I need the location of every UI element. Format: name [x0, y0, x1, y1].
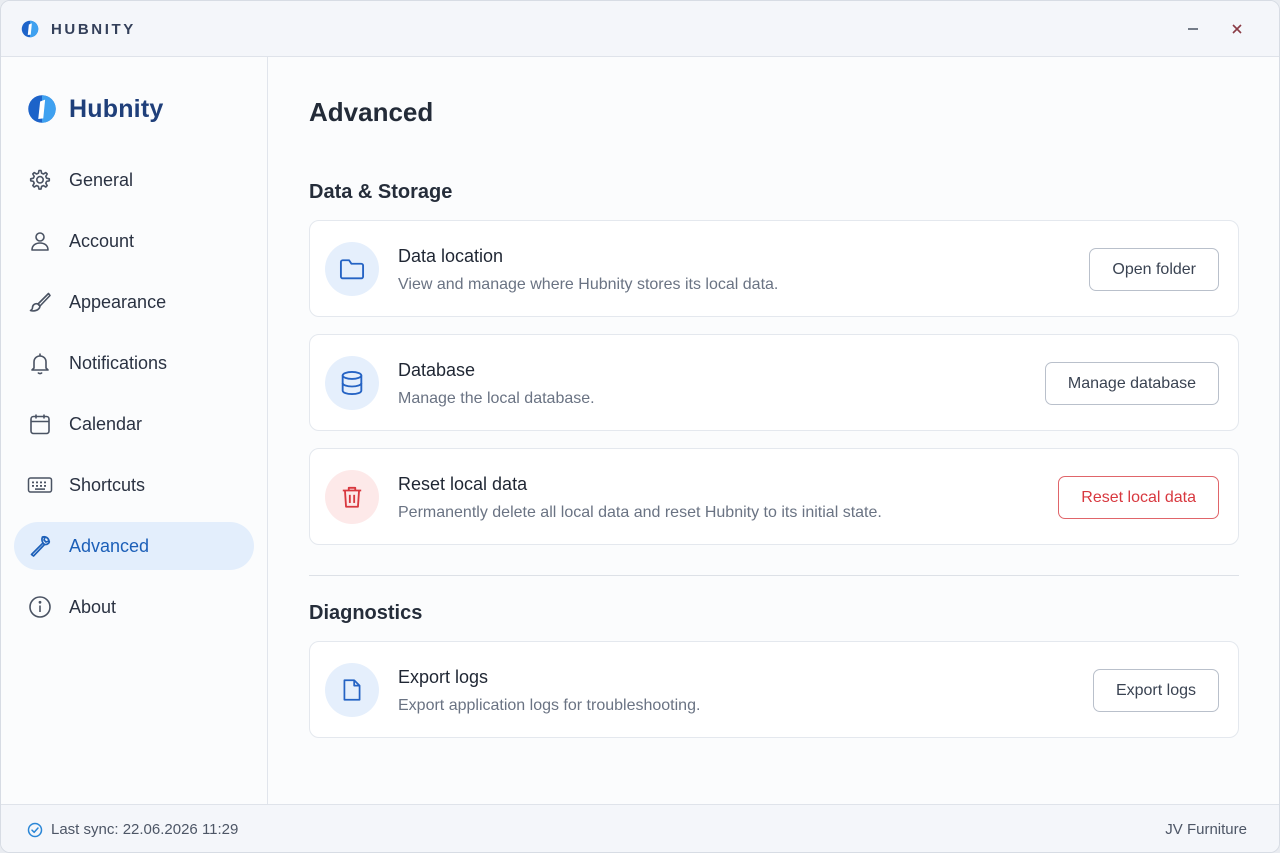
sidebar-item-label: Account: [69, 230, 135, 251]
sidebar-item-label: Calendar: [69, 413, 143, 434]
hubnity-logo-icon: [28, 95, 56, 123]
close-icon: [1232, 24, 1242, 34]
minimize-button[interactable]: [1179, 15, 1207, 43]
sync-status: Last sync: 22.06.2026 11:29: [27, 821, 238, 838]
close-button[interactable]: [1223, 15, 1251, 43]
folder-icon: [325, 242, 379, 296]
data-location-card: Data location View and manage where Hubn…: [309, 220, 1239, 317]
user-icon: [27, 228, 53, 254]
file-icon: [325, 663, 379, 717]
window-title: HUBNITY: [51, 21, 136, 38]
sidebar-item-label: Notifications: [69, 352, 168, 373]
open-folder-button[interactable]: Open folder: [1089, 248, 1219, 291]
card-title: Database: [398, 360, 476, 380]
card-description: Permanently delete all local data and re…: [398, 504, 882, 521]
database-card: Database Manage the local database. Mana…: [309, 334, 1239, 431]
last-sync-text: Last sync: 22.06.2026 11:29: [51, 821, 239, 838]
manage-database-button[interactable]: Manage database: [1044, 362, 1219, 405]
brand: Hubnity: [27, 94, 163, 124]
sidebar-item-shortcuts[interactable]: Shortcuts: [14, 461, 254, 509]
main-content: Advanced Data & Storage Data location Vi…: [269, 57, 1279, 804]
sidebar-item-advanced[interactable]: Advanced: [14, 522, 254, 570]
page-title: Advanced: [309, 97, 434, 127]
sidebar-item-label: About: [69, 596, 117, 617]
sidebar: Hubnity General Account Appearance Notif…: [1, 57, 268, 804]
section-title-data-storage: Data & Storage: [309, 181, 453, 203]
company-name: JV Furniture: [1165, 821, 1247, 838]
wrench-icon: [27, 533, 53, 559]
hubnity-logo-icon: [21, 20, 39, 38]
export-logs-button[interactable]: Export logs: [1092, 669, 1219, 712]
title-bar: HUBNITY: [1, 1, 1279, 57]
calendar-icon: [27, 411, 53, 437]
settings-nav: General Account Appearance Notifications…: [14, 156, 254, 644]
minimize-icon: [1188, 28, 1198, 30]
sidebar-item-label: Advanced: [69, 535, 150, 556]
keyboard-icon: [27, 472, 53, 498]
sidebar-item-label: Shortcuts: [69, 474, 146, 495]
section-divider: [309, 575, 1239, 576]
sidebar-item-label: Appearance: [69, 291, 167, 312]
reset-local-data-button[interactable]: Reset local data: [1058, 476, 1219, 519]
trash-icon: [325, 470, 379, 524]
card-description: View and manage where Hubnity stores its…: [398, 276, 779, 293]
card-title: Data location: [398, 246, 504, 266]
card-description: Export application logs for troubleshoot…: [398, 697, 701, 714]
check-circle-icon: [27, 822, 43, 837]
sidebar-item-notifications[interactable]: Notifications: [14, 339, 254, 387]
sidebar-item-appearance[interactable]: Appearance: [14, 278, 254, 326]
brand-name: Hubnity: [69, 94, 164, 123]
database-icon: [325, 356, 379, 410]
export-logs-card: Export logs Export application logs for …: [309, 641, 1239, 738]
section-title-diagnostics: Diagnostics: [309, 602, 423, 624]
status-bar: Last sync: 22.06.2026 11:29 JV Furniture: [1, 804, 1279, 852]
brush-icon: [27, 289, 53, 315]
sidebar-item-general[interactable]: General: [14, 156, 254, 204]
bell-icon: [27, 350, 53, 376]
sidebar-item-account[interactable]: Account: [14, 217, 254, 265]
gear-icon: [27, 167, 53, 193]
card-description: Manage the local database.: [398, 390, 595, 407]
app-window: HUBNITY Hubnity General Account Appearan…: [0, 0, 1280, 853]
info-icon: [27, 594, 53, 620]
sidebar-item-calendar[interactable]: Calendar: [14, 400, 254, 448]
sidebar-item-about[interactable]: About: [14, 583, 254, 631]
reset-local-data-card: Reset local data Permanently delete all …: [309, 448, 1239, 545]
card-title: Reset local data: [398, 474, 528, 494]
sidebar-item-label: General: [69, 169, 134, 190]
card-title: Export logs: [398, 667, 489, 687]
